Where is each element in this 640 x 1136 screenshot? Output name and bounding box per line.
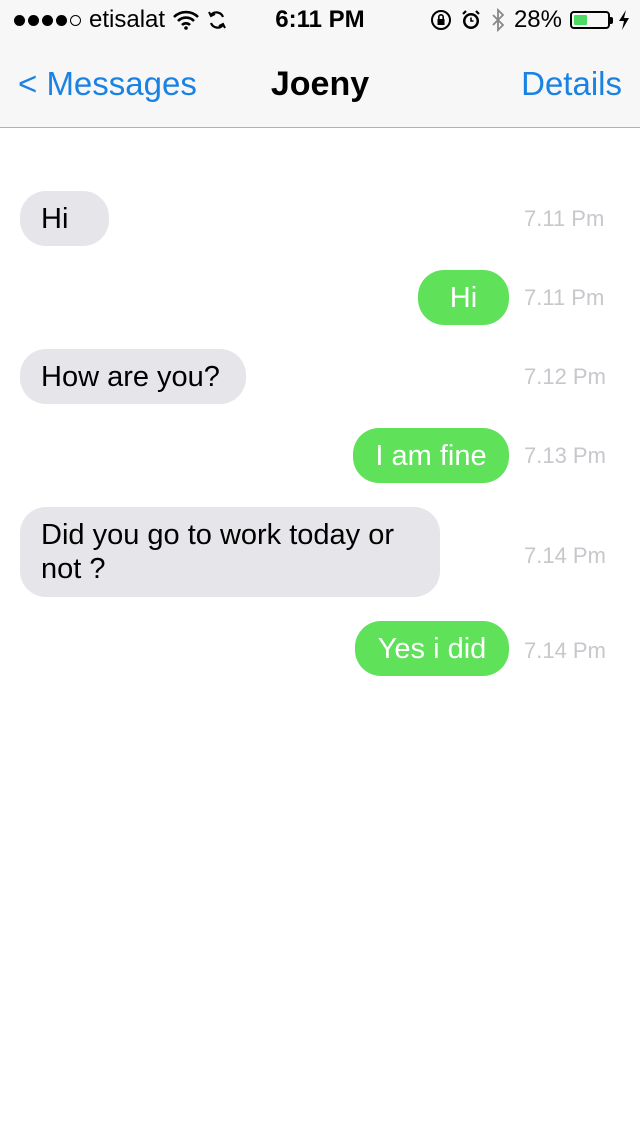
outgoing-message-bubble[interactable]: I am fine xyxy=(353,428,509,483)
incoming-message-bubble[interactable]: Hi xyxy=(20,191,109,246)
outgoing-message-bubble[interactable]: Hi xyxy=(418,270,509,325)
back-to-messages-button[interactable]: < Messages xyxy=(18,40,197,128)
signal-dot xyxy=(42,14,53,26)
message-timestamp: 7.11 Pm xyxy=(524,206,605,231)
battery-percent: 28% xyxy=(513,6,562,33)
status-right: 28% xyxy=(430,0,630,40)
message-timestamp: 7.14 Pm xyxy=(524,543,606,568)
signal-dot xyxy=(28,14,39,26)
navigation-bar: < Messages Joeny Details xyxy=(0,40,640,128)
messages-screen: etisalat 6:11 PM 28% < Messages Joeny De… xyxy=(0,0,640,1136)
status-left: etisalat xyxy=(14,0,227,40)
signal-strength-icon xyxy=(14,14,81,26)
alarm-icon xyxy=(460,9,482,31)
sync-icon xyxy=(207,9,227,31)
status-bar: etisalat 6:11 PM 28% xyxy=(0,0,640,40)
bluetooth-icon xyxy=(490,8,506,32)
details-button[interactable]: Details xyxy=(521,40,622,128)
battery-nub xyxy=(610,17,613,24)
signal-dot-empty xyxy=(70,14,81,26)
orientation-lock-icon xyxy=(430,9,452,31)
signal-dot xyxy=(14,14,25,26)
incoming-message-bubble[interactable]: Did you go to work today or not ? xyxy=(20,507,440,597)
carrier-name: etisalat xyxy=(89,6,166,33)
charging-icon xyxy=(618,9,630,31)
signal-dot xyxy=(56,14,67,26)
wifi-icon xyxy=(173,10,199,30)
message-timestamp: 7.14 Pm xyxy=(524,638,606,663)
message-timestamp: 7.13 Pm xyxy=(524,443,606,468)
battery-level xyxy=(574,15,587,25)
battery-icon xyxy=(570,11,613,29)
message-timestamp: 7.11 Pm xyxy=(524,285,605,310)
incoming-message-bubble[interactable]: How are you? xyxy=(20,349,246,404)
outgoing-message-bubble[interactable]: Yes i did xyxy=(355,621,509,676)
message-timestamp: 7.12 Pm xyxy=(524,364,606,389)
